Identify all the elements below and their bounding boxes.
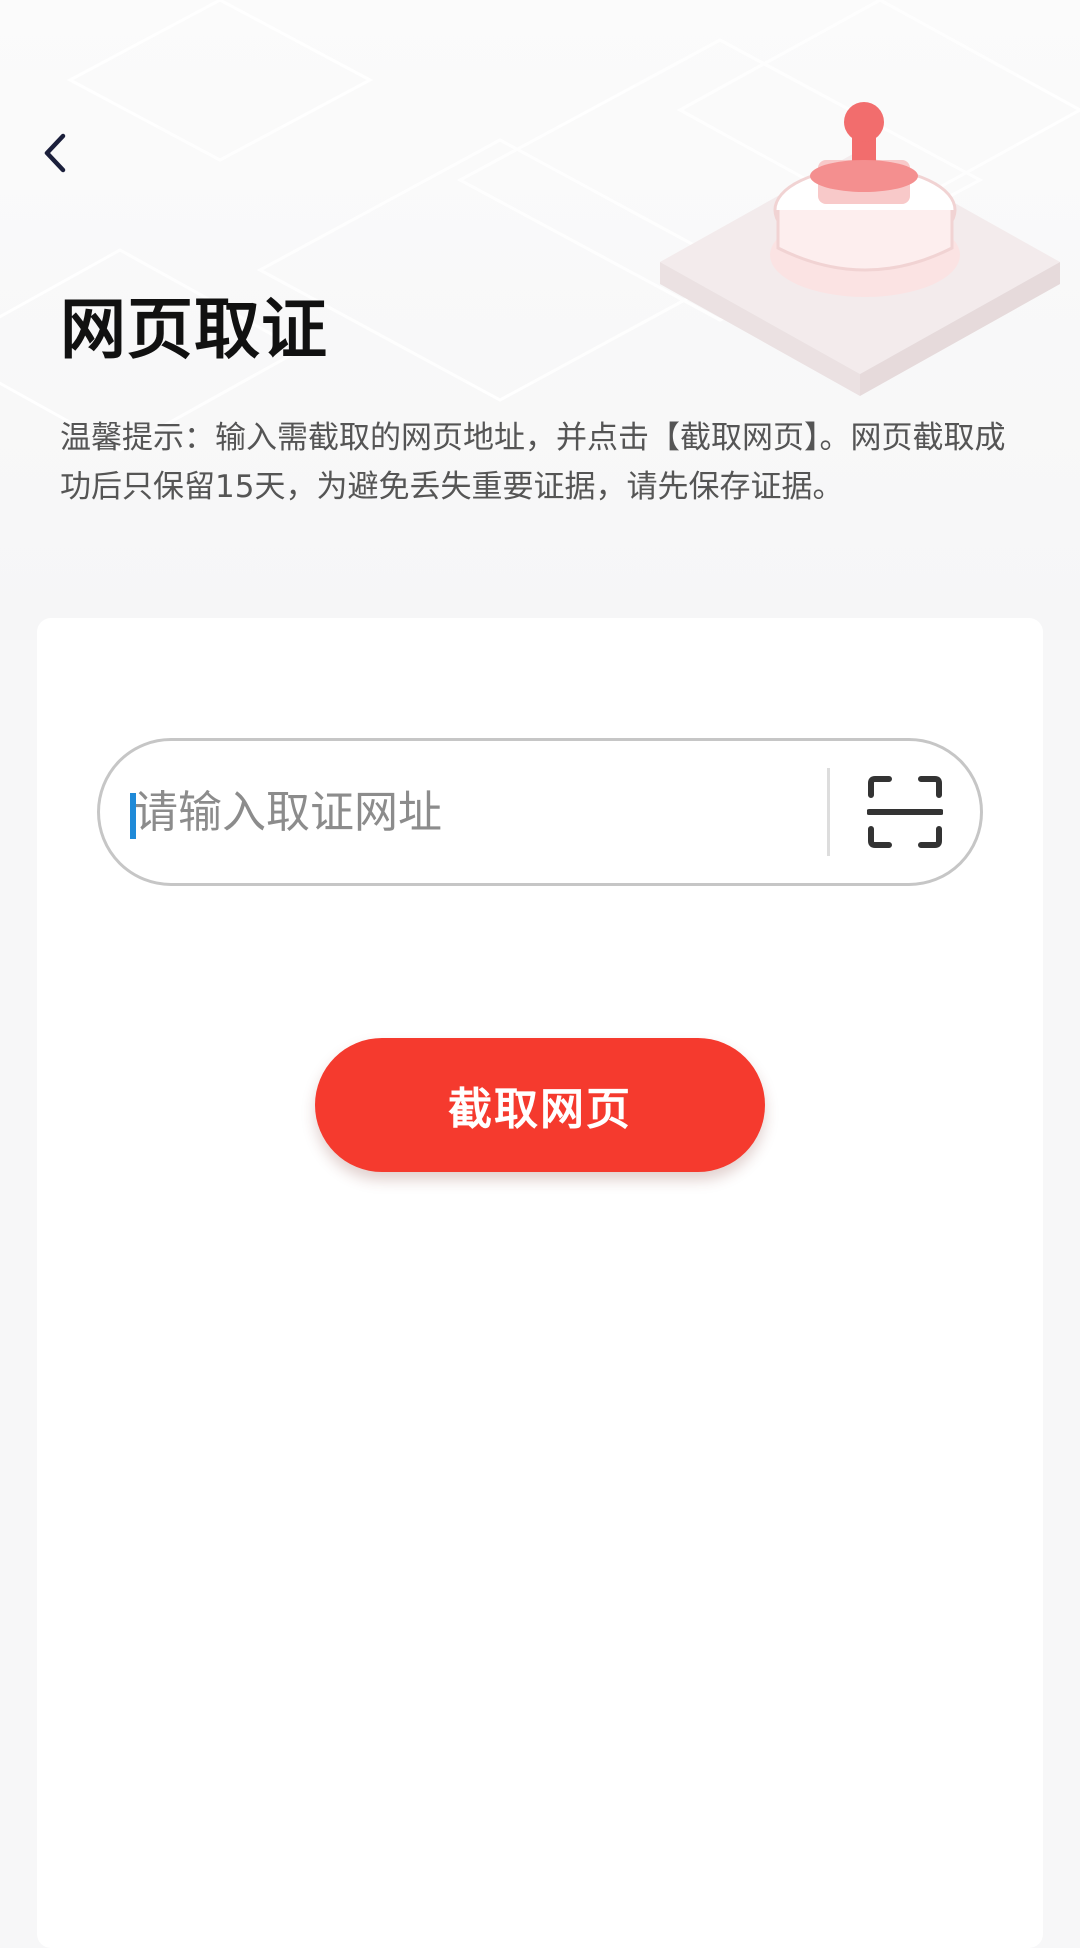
back-button[interactable] [30, 128, 80, 178]
stamp-icon [660, 102, 1060, 396]
url-input[interactable] [100, 740, 827, 884]
capture-webpage-button[interactable]: 截取网页 [315, 1038, 765, 1172]
tip-text: 温馨提示：输入需截取的网页地址，并点击【截取网页】。网页截取成功后只保留15天，… [60, 420, 1006, 505]
form-card: 截取网页 [37, 618, 1043, 1948]
page-title: 网页取证 [60, 291, 328, 368]
url-input-container [97, 738, 983, 886]
chevron-left-icon [44, 133, 66, 173]
header-banner: 网页取证 温馨提示：输入需截取的网页地址，并点击【截取网页】。网页截取成功后只保… [0, 0, 1080, 640]
scan-icon [867, 776, 943, 848]
scan-button[interactable] [830, 741, 980, 883]
text-cursor [130, 793, 136, 839]
